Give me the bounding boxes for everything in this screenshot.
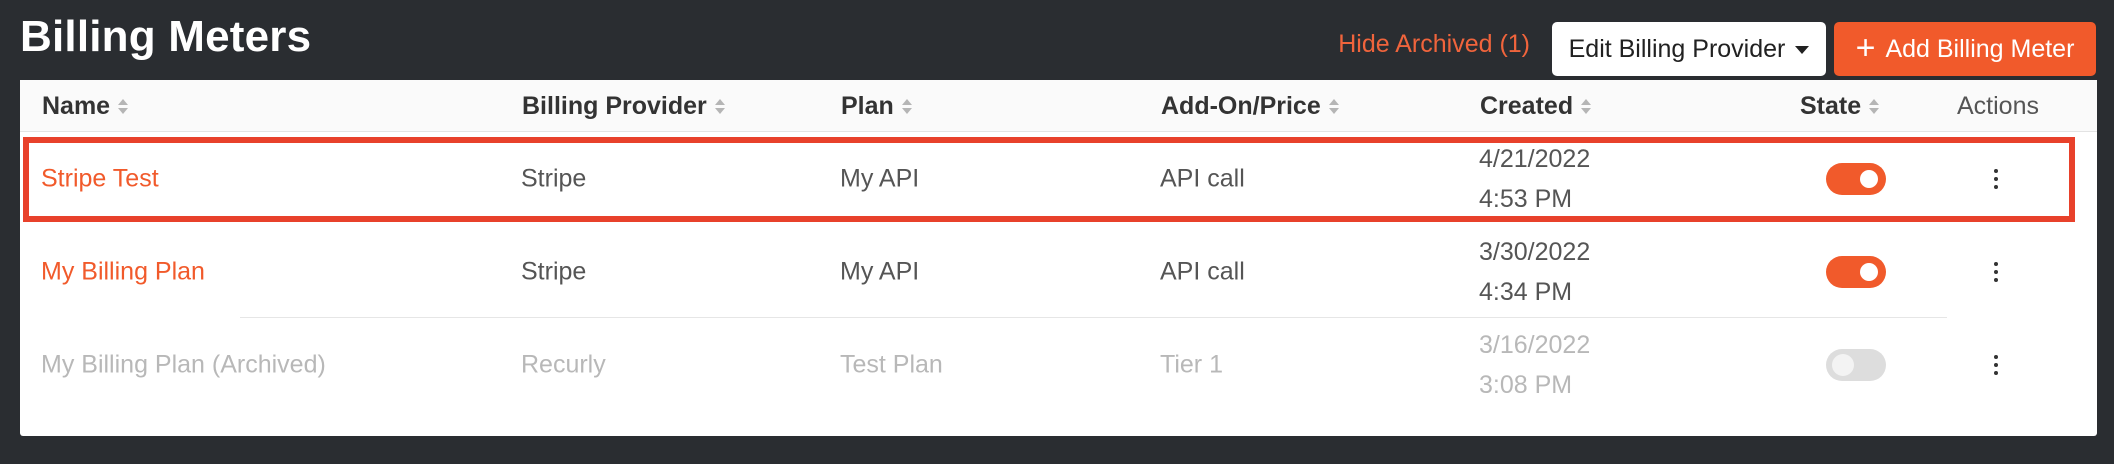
table-row: My Billing Plan (Archived) Recurly Test … bbox=[20, 318, 2097, 411]
column-header-label: Plan bbox=[841, 92, 894, 120]
page-title: Billing Meters bbox=[20, 12, 312, 61]
column-header-label: Billing Provider bbox=[522, 92, 707, 120]
table-row: My Billing Plan Stripe My API API call 3… bbox=[20, 225, 2097, 318]
add-billing-meter-label: Add Billing Meter bbox=[1885, 34, 2075, 63]
created-date: 3/30/2022 bbox=[1479, 237, 1591, 266]
plan-cell: My API bbox=[840, 257, 920, 285]
caret-down-icon bbox=[1795, 46, 1810, 54]
column-header-name[interactable]: Name bbox=[42, 92, 129, 121]
table-header: Name Billing Provider Plan Add-On/Price … bbox=[20, 80, 2097, 132]
sort-icon bbox=[1328, 99, 1339, 114]
billing-provider-cell: Recurly bbox=[521, 350, 606, 378]
created-time: 4:34 PM bbox=[1479, 277, 1573, 306]
plan-cell: Test Plan bbox=[840, 350, 943, 378]
created-cell: 4/21/2022 4:53 PM bbox=[1479, 139, 1590, 219]
plus-icon: + bbox=[1855, 28, 1876, 67]
column-header-addon-price[interactable]: Add-On/Price bbox=[1161, 92, 1339, 121]
column-header-plan[interactable]: Plan bbox=[841, 92, 912, 121]
billing-provider-cell: Stripe bbox=[521, 257, 587, 285]
state-toggle[interactable] bbox=[1826, 162, 1886, 195]
add-billing-meter-button[interactable]: + Add Billing Meter bbox=[1834, 22, 2096, 76]
plan-cell: My API bbox=[840, 164, 920, 192]
billing-provider-cell: Stripe bbox=[521, 164, 587, 192]
hide-archived-link[interactable]: Hide Archived (1) bbox=[1338, 30, 1530, 59]
toggle-knob bbox=[1860, 169, 1878, 188]
more-actions-icon[interactable] bbox=[1986, 257, 2006, 287]
created-date: 4/21/2022 bbox=[1479, 144, 1591, 173]
column-header-created[interactable]: Created bbox=[1480, 92, 1592, 121]
column-header-actions: Actions bbox=[1957, 92, 2039, 121]
toggle-knob bbox=[1860, 262, 1878, 281]
state-toggle[interactable] bbox=[1826, 255, 1886, 288]
addon-price-cell: Tier 1 bbox=[1160, 350, 1223, 378]
column-header-billing-provider[interactable]: Billing Provider bbox=[522, 92, 725, 121]
sort-icon bbox=[1581, 99, 1592, 114]
sort-icon bbox=[1869, 99, 1880, 114]
created-date: 3/16/2022 bbox=[1479, 330, 1591, 359]
sort-icon bbox=[901, 99, 912, 114]
billing-meters-table: Name Billing Provider Plan Add-On/Price … bbox=[20, 80, 2097, 436]
created-time: 3:08 PM bbox=[1479, 370, 1573, 399]
column-header-label: Actions bbox=[1957, 92, 2039, 120]
addon-price-cell: API call bbox=[1160, 257, 1245, 285]
sort-icon bbox=[118, 99, 129, 114]
more-actions-icon[interactable] bbox=[1986, 350, 2006, 380]
created-time: 4:53 PM bbox=[1479, 184, 1573, 213]
column-header-label: Created bbox=[1480, 92, 1574, 120]
meter-name-link[interactable]: My Billing Plan bbox=[41, 257, 205, 286]
column-header-label: State bbox=[1800, 92, 1862, 120]
column-header-label: Name bbox=[42, 92, 111, 120]
meter-name-link[interactable]: My Billing Plan (Archived) bbox=[41, 350, 326, 379]
column-header-label: Add-On/Price bbox=[1161, 92, 1321, 120]
table-row: Stripe Test Stripe My API API call 4/21/… bbox=[20, 132, 2097, 225]
sort-icon bbox=[714, 99, 725, 114]
meter-name-link[interactable]: Stripe Test bbox=[41, 164, 159, 193]
created-cell: 3/16/2022 3:08 PM bbox=[1479, 325, 1590, 405]
state-toggle[interactable] bbox=[1826, 348, 1886, 381]
more-actions-icon[interactable] bbox=[1986, 164, 2006, 194]
column-header-state[interactable]: State bbox=[1800, 92, 1880, 121]
addon-price-cell: API call bbox=[1160, 164, 1245, 192]
created-cell: 3/30/2022 4:34 PM bbox=[1479, 232, 1590, 312]
edit-billing-provider-label: Edit Billing Provider bbox=[1568, 34, 1786, 63]
edit-billing-provider-button[interactable]: Edit Billing Provider bbox=[1552, 22, 1826, 76]
toggle-knob bbox=[1832, 353, 1854, 376]
